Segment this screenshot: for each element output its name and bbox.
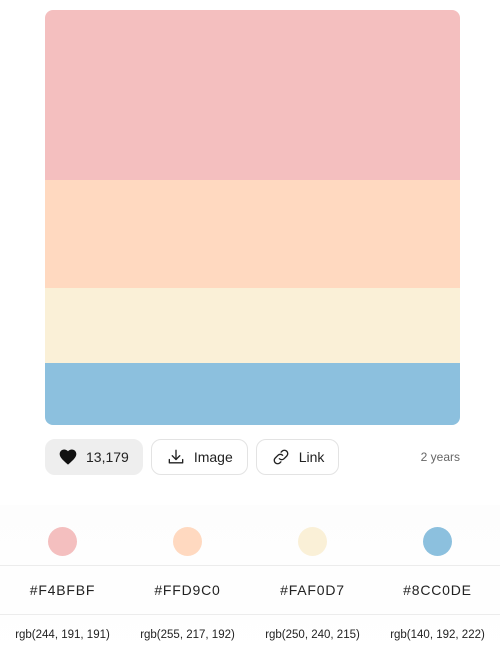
- palette-page: 13,179 Image Link 2 years #F4BFBF #FFD9C…: [0, 0, 500, 661]
- swatch-4[interactable]: [45, 363, 460, 425]
- rgb-code[interactable]: rgb(140, 192, 222): [375, 629, 500, 641]
- color-dot-4[interactable]: [423, 527, 452, 556]
- hex-code[interactable]: #F4BFBF: [0, 582, 125, 598]
- download-image-button[interactable]: Image: [150, 439, 248, 475]
- swatch-3[interactable]: [45, 288, 460, 363]
- color-details: #F4BFBF #FFD9C0 #FAF0D7 #8CC0DE rgb(244,…: [0, 505, 500, 661]
- color-dot-3[interactable]: [298, 527, 327, 556]
- like-count: 13,179: [86, 449, 129, 465]
- hex-code[interactable]: #FAF0D7: [250, 582, 375, 598]
- palette-preview: [45, 10, 460, 425]
- hex-codes-row: #F4BFBF #FFD9C0 #FAF0D7 #8CC0DE: [0, 565, 500, 615]
- rgb-codes-row: rgb(244, 191, 191) rgb(255, 217, 192) rg…: [0, 625, 500, 645]
- swatch-2[interactable]: [45, 180, 460, 288]
- like-button[interactable]: 13,179: [45, 439, 143, 475]
- action-bar: 13,179 Image Link 2 years: [45, 439, 460, 475]
- hex-code[interactable]: #8CC0DE: [375, 582, 500, 598]
- heart-icon: [58, 447, 78, 467]
- copy-link-button[interactable]: Link: [255, 439, 340, 475]
- link-icon: [271, 447, 291, 467]
- hex-code[interactable]: #FFD9C0: [125, 582, 250, 598]
- rgb-code[interactable]: rgb(244, 191, 191): [0, 629, 125, 641]
- palette-age: 2 years: [420, 450, 460, 464]
- rgb-code[interactable]: rgb(255, 217, 192): [125, 629, 250, 641]
- copy-link-label: Link: [298, 449, 325, 465]
- rgb-code[interactable]: rgb(250, 240, 215): [250, 629, 375, 641]
- color-dot-2[interactable]: [173, 527, 202, 556]
- color-dots-row: [0, 527, 500, 557]
- swatch-1[interactable]: [45, 10, 460, 180]
- color-dot-1[interactable]: [48, 527, 77, 556]
- download-icon: [166, 447, 186, 467]
- download-image-label: Image: [193, 449, 233, 465]
